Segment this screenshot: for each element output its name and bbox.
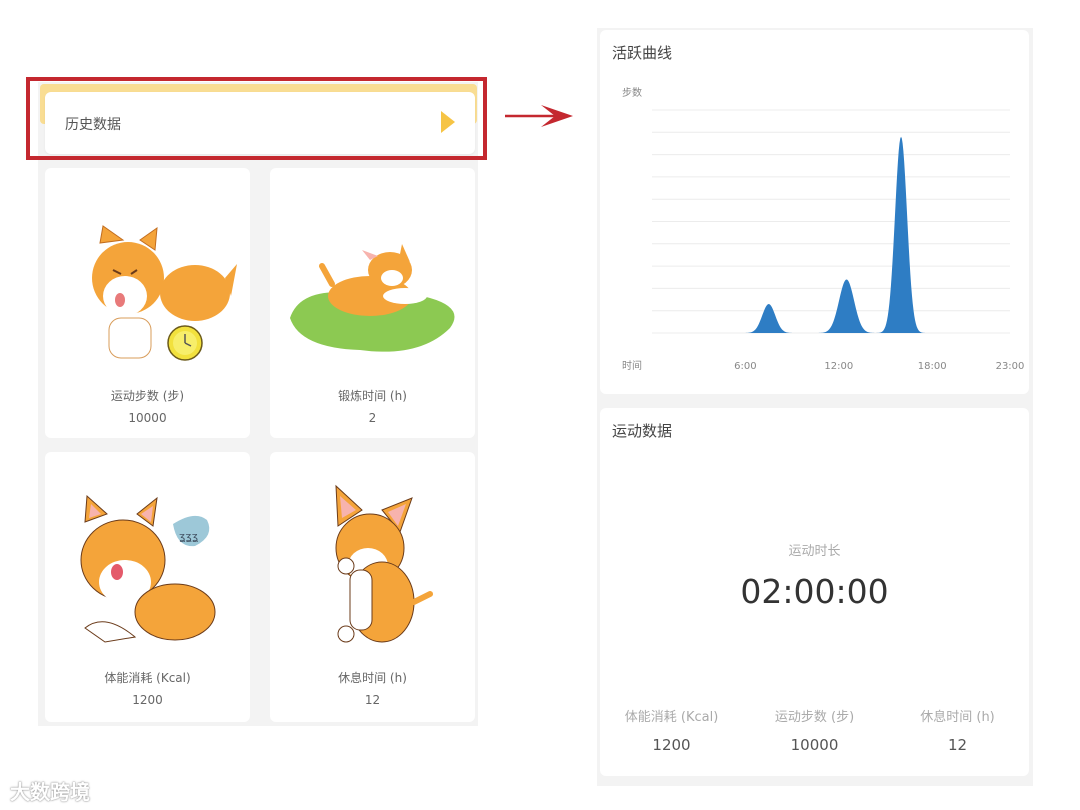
exercise-time-label: 锻炼时间 (h): [338, 389, 407, 403]
calories-value: 1200: [132, 693, 163, 707]
stat-steps-label: 运动步数 (步): [774, 710, 855, 725]
stat-calories-value: 1200: [652, 736, 691, 754]
svg-text:ʓʓʓ: ʓʓʓ: [179, 530, 199, 543]
pointer-arrow-icon: [505, 105, 573, 127]
sport-data-card: 运动数据 运动时长 02:00:00 体能消耗 (Kcal) 1200 运动步数…: [600, 408, 1029, 776]
corgi-lying-grass-icon: [290, 244, 455, 352]
rest-time-tile[interactable]: 休息时间 (h) 12: [270, 452, 475, 722]
calories-label: 体能消耗 (Kcal): [104, 671, 191, 685]
x-tick-label: 6:00: [734, 361, 756, 372]
duration-value: 02:00:00: [740, 572, 889, 611]
corgi-bone-icon: [335, 484, 433, 643]
exercise-time-tile[interactable]: 锻炼时间 (h) 2: [270, 168, 475, 438]
x-tick-label: 23:00: [996, 361, 1025, 372]
stat-rest-label: 休息时间 (h): [920, 710, 995, 725]
rest-time-value: 12: [364, 693, 381, 707]
steps-value: 10000: [128, 411, 167, 425]
activity-area-series: [652, 136, 1010, 333]
calories-tile[interactable]: ʓʓʓ 体能消耗 (Kcal) 1200: [45, 452, 250, 722]
x-tick-label: 18:00: [918, 361, 947, 372]
x-tick-label: 12:00: [824, 361, 853, 372]
rest-time-label: 休息时间 (h): [338, 671, 407, 685]
sport-data-title: 运动数据: [612, 422, 673, 440]
stat-steps-value: 10000: [790, 736, 839, 754]
duration-label: 运动时长: [788, 544, 841, 559]
watermark-logo: 大数跨境: [10, 780, 90, 804]
steps-tile[interactable]: 运动步数 (步) 10000: [45, 168, 250, 438]
stat-rest-value: 12: [947, 736, 968, 754]
exercise-time-value: 2: [368, 411, 377, 425]
steps-label: 运动步数 (步): [110, 389, 185, 403]
corgi-alarm-clock-icon: [92, 225, 237, 361]
x-axis-label: 时间: [622, 359, 642, 372]
highlight-box: [26, 77, 487, 160]
stat-calories-label: 体能消耗 (Kcal): [624, 710, 719, 725]
corgi-tired-icon: ʓʓʓ: [80, 494, 216, 643]
activity-chart-card: 活跃曲线 步数 时间 6:00 12:00 18:00 23:00: [600, 30, 1029, 394]
activity-chart: 时间 6:00 12:00 18:00 23:00: [622, 109, 1025, 372]
